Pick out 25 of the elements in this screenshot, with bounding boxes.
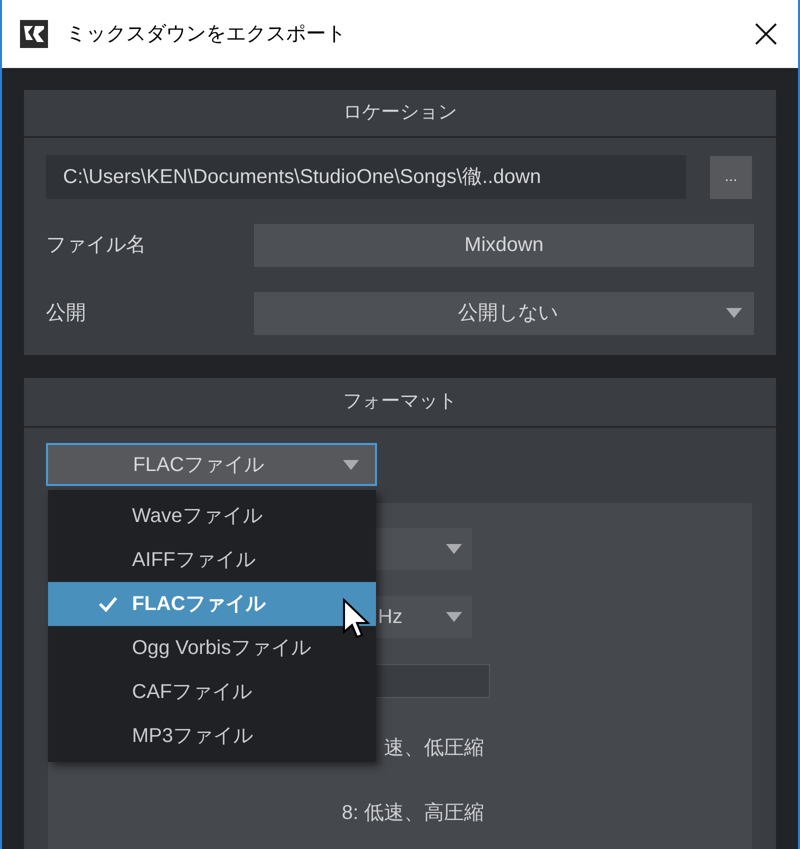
menu-item[interactable]: AIFFファイル [48,538,376,582]
window-title: ミックスダウンをエクスポート [66,22,347,47]
dropdown-arrow-icon [446,544,462,554]
menu-item[interactable]: Waveファイル [48,494,376,538]
compression-label: 8: 低速、高圧縮 [342,801,484,826]
panel-title: ロケーション [343,100,457,125]
compression-label: 速、低圧縮 [384,736,484,761]
check-icon [98,596,118,612]
field-label: 公開 [46,301,87,326]
close-icon[interactable] [754,22,778,46]
input-field[interactable]: Mixdown [254,224,754,266]
panel-title: フォーマット [343,390,457,414]
dropdown-arrow-icon [726,308,742,318]
path-field[interactable]: C:\Users\KEN\Documents\StudioOne\Songs\徹..down [46,155,686,199]
menu-item[interactable]: MP3ファイル [48,714,376,758]
field-label: ファイル名 [46,233,147,258]
mouse-cursor-icon [342,598,370,640]
menu-item[interactable]: CAFファイル [48,670,376,714]
dropdown-arrow-icon [446,612,462,622]
browse-button[interactable]: ... [710,156,752,198]
menu-item[interactable]: Ogg Vorbisファイル [48,626,376,670]
dropdown[interactable]: 公開しない [254,292,754,334]
app-logo-icon [20,20,48,48]
dropdown-arrow-icon [343,460,359,470]
format-dropdown[interactable]: FLACファイル [46,443,377,486]
